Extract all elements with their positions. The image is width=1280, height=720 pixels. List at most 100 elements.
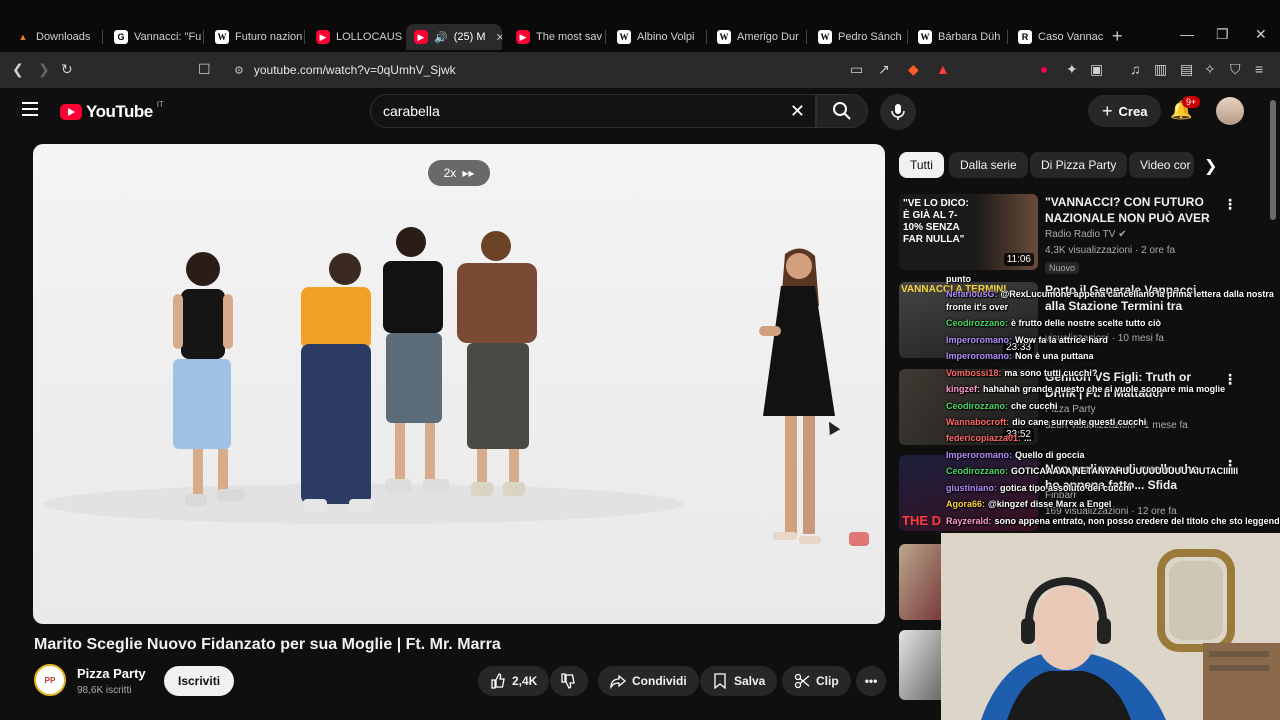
clear-search-icon[interactable]: ✕ bbox=[790, 101, 805, 122]
chevron-right-icon[interactable]: ❯ bbox=[1204, 156, 1217, 176]
browser-tab[interactable]: W Futuro nazion bbox=[207, 24, 303, 50]
minimize-icon[interactable]: — bbox=[1180, 26, 1194, 42]
recommendation-channel[interactable]: Radio Radio TV ✔ bbox=[1045, 229, 1127, 240]
screenshot-icon[interactable]: ▣ bbox=[1090, 61, 1103, 78]
fast-forward-icon: ▸▸ bbox=[462, 166, 475, 180]
create-button[interactable]: + Crea bbox=[1088, 95, 1162, 127]
video-thumbnail[interactable] bbox=[899, 544, 941, 620]
like-button[interactable]: 2,4K bbox=[478, 666, 550, 696]
extension-icon[interactable]: ● bbox=[1040, 61, 1048, 77]
chat-message: federicopiazza01:... bbox=[946, 433, 1032, 443]
clip-button[interactable]: Clip bbox=[782, 666, 851, 696]
share-button[interactable]: Condividi bbox=[598, 666, 699, 696]
video-frame bbox=[43, 227, 835, 544]
browser-tab[interactable]: R Caso Vannac bbox=[1010, 24, 1106, 50]
chip-series[interactable]: Dalla serie bbox=[949, 152, 1028, 178]
close-window-icon[interactable]: ✕ bbox=[1255, 26, 1267, 43]
new-tab-icon[interactable]: + bbox=[1112, 26, 1123, 47]
tab-divider bbox=[605, 30, 606, 44]
browser-tab[interactable]: ▲ Downloads bbox=[8, 24, 102, 50]
wikipedia-icon: W bbox=[818, 30, 832, 44]
more-actions-button[interactable]: ••• bbox=[856, 666, 886, 696]
wallet-icon[interactable]: ▤ bbox=[1180, 61, 1193, 78]
video-player[interactable]: 2x ▸▸ bbox=[33, 144, 885, 624]
search-button[interactable] bbox=[816, 94, 868, 128]
chat-message: Wannabocroft: dio cane surreale questi cu… bbox=[946, 417, 1147, 427]
video-duration: 11:06 bbox=[1003, 253, 1034, 266]
streamer-webcam bbox=[941, 533, 1280, 720]
menu-icon[interactable]: ≡ bbox=[1255, 61, 1263, 77]
browser-tab[interactable]: G Vannacci: "Fu bbox=[106, 24, 202, 50]
extensions-icon[interactable]: ✦ bbox=[1066, 61, 1078, 78]
new-badge: Nuovo bbox=[1045, 262, 1080, 274]
vpn-icon[interactable]: ⛉ bbox=[1230, 61, 1241, 78]
g-icon: G bbox=[114, 30, 128, 44]
share-icon[interactable]: ↗ bbox=[878, 61, 890, 78]
media-icon[interactable]: ♫ bbox=[1130, 61, 1141, 77]
youtube-play-icon bbox=[60, 104, 82, 120]
chip-all[interactable]: Tutti bbox=[899, 152, 944, 178]
plus-icon: + bbox=[1102, 100, 1113, 121]
dislike-button[interactable] bbox=[550, 666, 588, 696]
brave-shield-icon[interactable]: ◆ bbox=[908, 61, 919, 78]
leo-icon[interactable]: ✧ bbox=[1204, 61, 1216, 78]
chip-channel[interactable]: Di Pizza Party bbox=[1030, 152, 1128, 178]
thumbs-down-icon bbox=[561, 673, 575, 689]
download-icon: ▲ bbox=[18, 32, 28, 42]
forward-icon[interactable]: ❯ bbox=[38, 61, 50, 78]
back-icon[interactable]: ❮ bbox=[12, 61, 24, 78]
chat-message: punto bbox=[946, 274, 971, 284]
video-thumbnail[interactable] bbox=[899, 630, 941, 700]
tab-divider bbox=[1007, 30, 1008, 44]
sidebar-icon[interactable]: ▥ bbox=[1154, 61, 1167, 78]
voice-search-button[interactable] bbox=[880, 94, 916, 130]
browser-tab[interactable]: ▶ The most sav bbox=[508, 24, 604, 50]
browser-tab[interactable]: W Albino Volpi bbox=[609, 24, 705, 50]
channel-avatar[interactable]: PP bbox=[34, 664, 66, 696]
browser-tab[interactable]: ▶ LOLLOCAUST bbox=[308, 24, 402, 50]
recommendation-item[interactable]: "VE LO DICO: È GIÀ AL 7-10% SENZA FAR NU… bbox=[899, 194, 1269, 274]
person-figure bbox=[301, 253, 373, 511]
youtube-logo[interactable]: YouTube IT bbox=[60, 100, 164, 122]
chat-message: Imperoromano: Quello di goccia bbox=[946, 450, 1085, 460]
tab-divider bbox=[102, 30, 103, 44]
site-info-icon[interactable]: ⚙ bbox=[234, 64, 244, 77]
chip-related[interactable]: Video cor bbox=[1129, 152, 1194, 178]
browser-tab[interactable]: W Pedro Sánch bbox=[810, 24, 906, 50]
wikipedia-icon: W bbox=[617, 30, 631, 44]
video-thumbnail[interactable]: "VE LO DICO: È GIÀ AL 7-10% SENZA FAR NU… bbox=[899, 194, 1038, 270]
close-tab-icon[interactable]: ✕ bbox=[495, 31, 502, 44]
search-input[interactable]: carabella ✕ bbox=[370, 94, 816, 128]
bookmark-icon[interactable]: ☐ bbox=[198, 61, 211, 78]
page-scrollbar[interactable] bbox=[1270, 100, 1276, 220]
tab-divider bbox=[907, 30, 908, 44]
cast-icon[interactable]: ▭ bbox=[850, 61, 863, 78]
guide-menu-icon[interactable] bbox=[22, 102, 38, 116]
account-avatar[interactable] bbox=[1216, 97, 1244, 125]
person-figure bbox=[457, 231, 537, 496]
save-button[interactable]: Salva bbox=[700, 666, 778, 696]
browser-tab[interactable]: W Bárbara Düh bbox=[910, 24, 1006, 50]
chat-message: Ceodirozzano: GOTICAAAAA NETANYAHUUUUUUUU… bbox=[946, 466, 1239, 476]
maximize-icon[interactable]: ❐ bbox=[1216, 26, 1229, 43]
chat-message: Ceodirozzano: è frutto delle nostre scelt… bbox=[946, 318, 1162, 328]
verified-badge-icon: ✔ bbox=[1118, 229, 1127, 240]
tab-divider bbox=[203, 30, 204, 44]
recommendation-title[interactable]: "VANNACCI? CON FUTURO NAZIONALE NON PUÒ … bbox=[1045, 194, 1215, 226]
more-vertical-icon[interactable]: ⋮ bbox=[1223, 196, 1237, 213]
subscribe-button[interactable]: Iscriviti bbox=[164, 666, 235, 696]
browser-toolbar: ❮ ❯ ↻ ☐ ⚙ youtube.com/watch?v=0qUmhV_Sjw… bbox=[0, 52, 1280, 88]
rewards-icon[interactable]: ▲ bbox=[936, 61, 950, 77]
speaker-icon[interactable]: 🔊 bbox=[434, 31, 448, 44]
browser-tab-active[interactable]: ▶ 🔊 (25) M ✕ bbox=[406, 24, 502, 50]
channel-name[interactable]: Pizza Party bbox=[77, 666, 146, 681]
tab-divider bbox=[304, 30, 305, 44]
channel-watermark[interactable] bbox=[849, 532, 869, 546]
more-horizontal-icon: ••• bbox=[864, 674, 878, 688]
microphone-icon bbox=[891, 104, 905, 120]
reload-icon[interactable]: ↻ bbox=[61, 61, 73, 78]
browser-tab[interactable]: W Amerigo Dur bbox=[709, 24, 805, 50]
wikipedia-icon: W bbox=[215, 30, 229, 44]
thumbnail-caption: "VE LO DICO: È GIÀ AL 7-10% SENZA FAR NU… bbox=[903, 198, 969, 245]
webcam-feed bbox=[941, 533, 1280, 720]
